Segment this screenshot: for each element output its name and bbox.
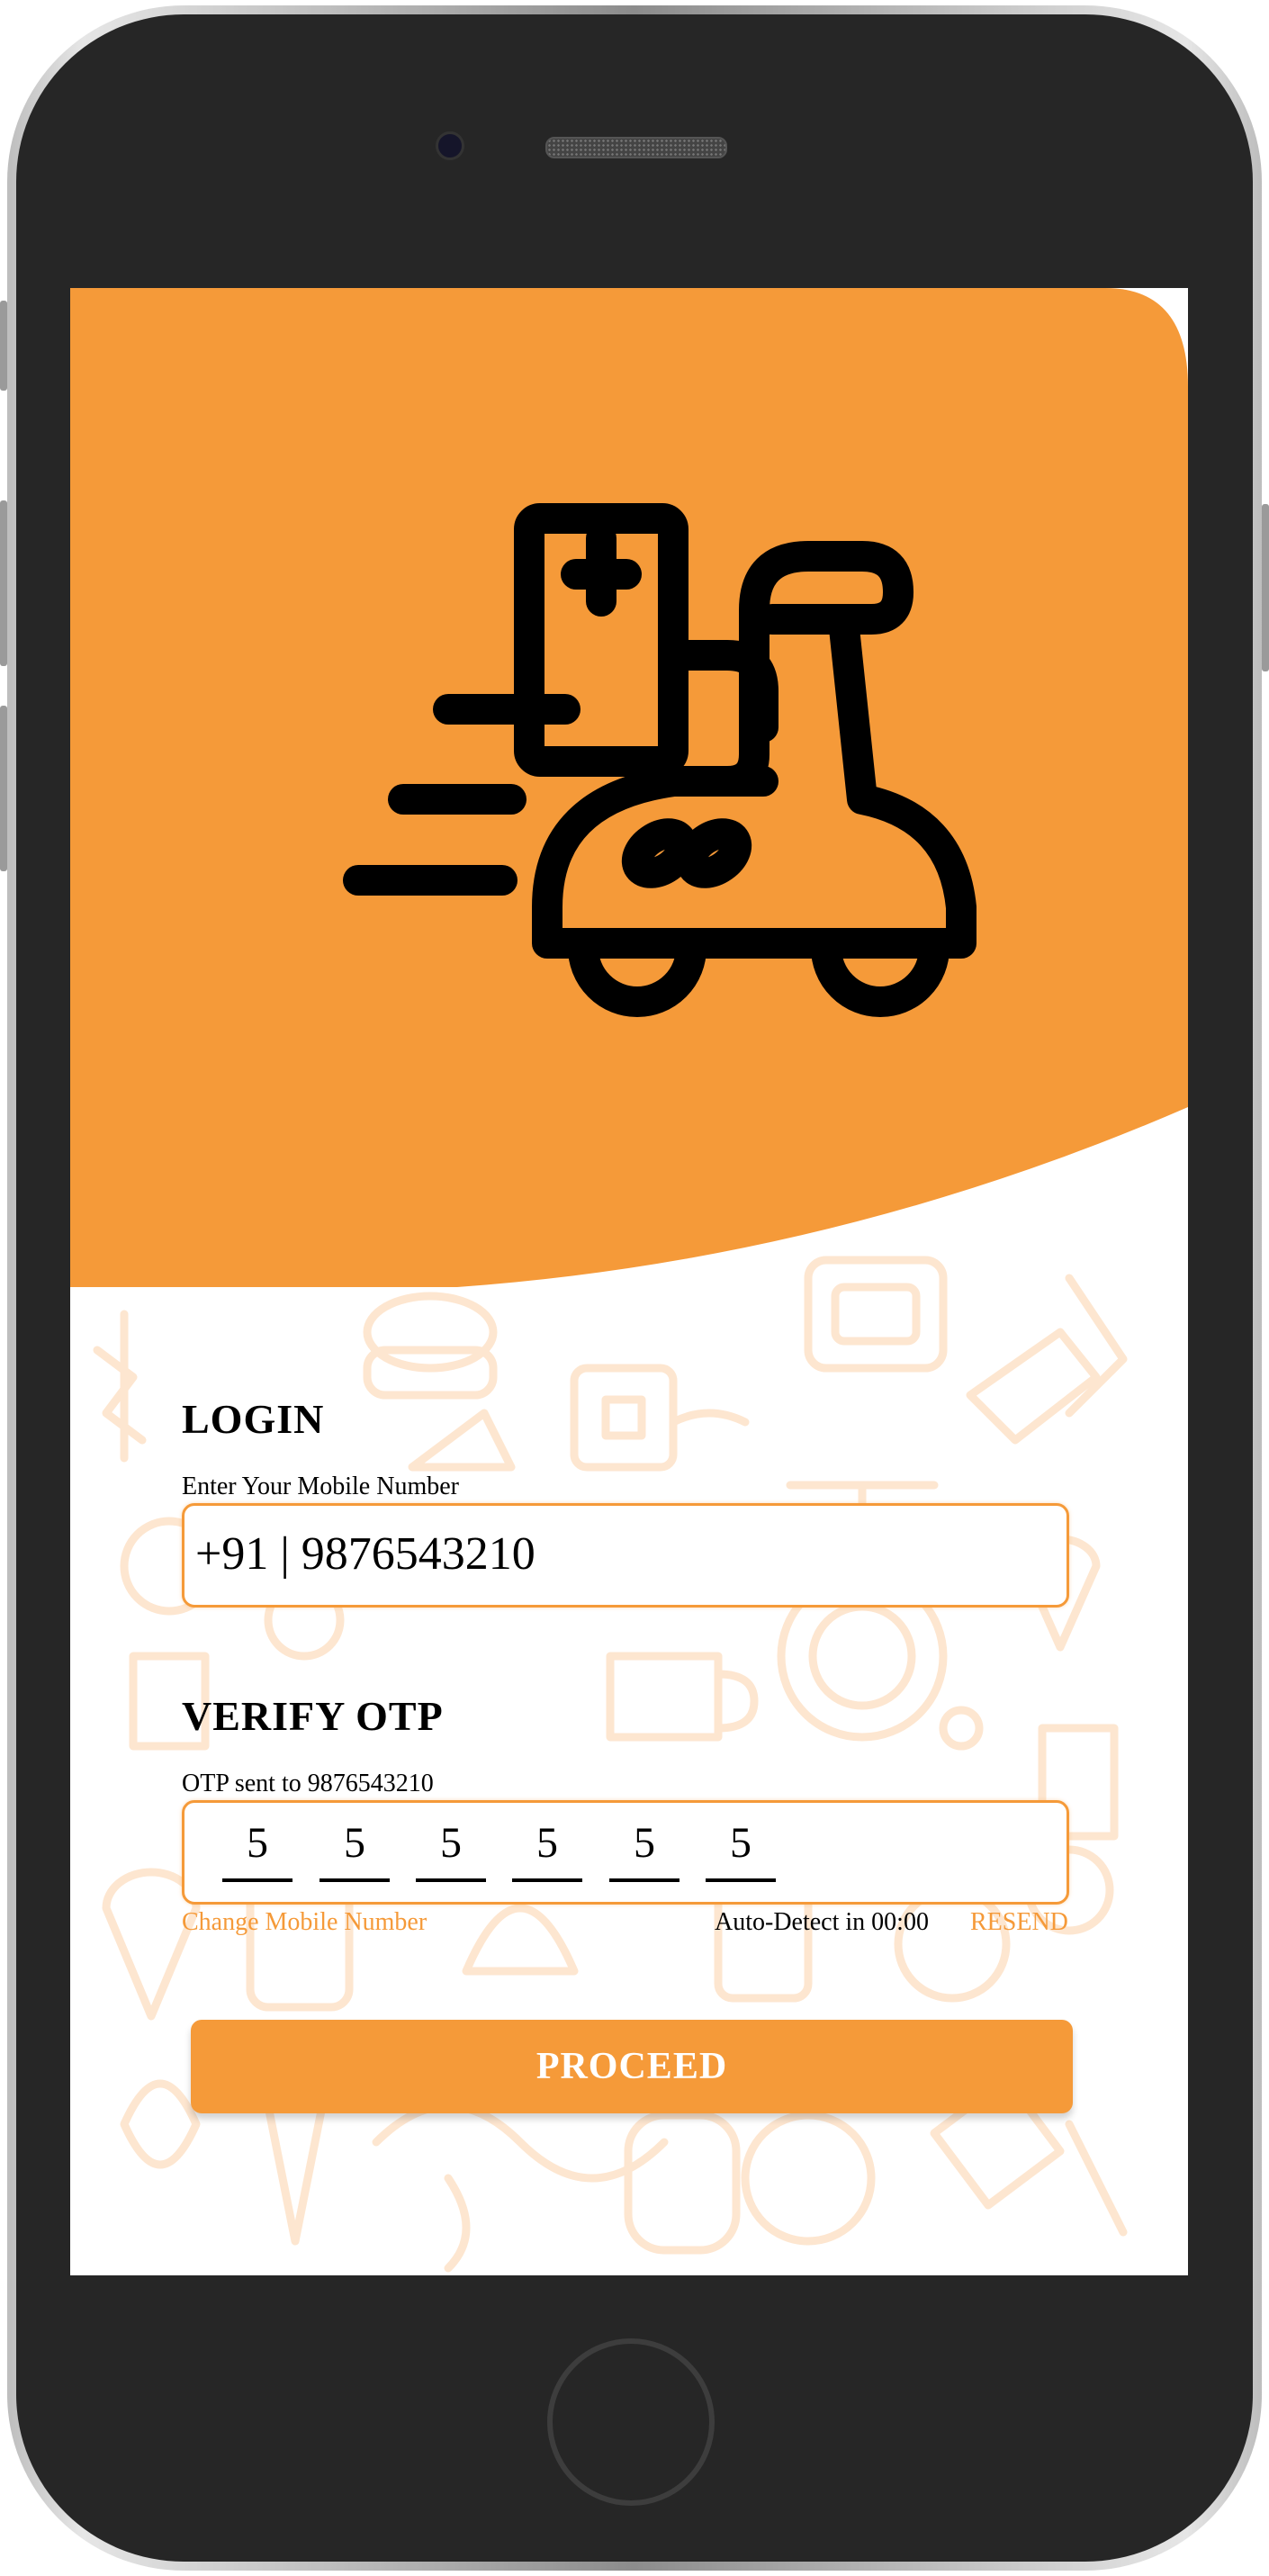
login-title: LOGIN: [182, 1396, 325, 1442]
mute-switch: [0, 301, 7, 391]
resend-link[interactable]: RESEND: [970, 1908, 1068, 1937]
volume-down-button: [0, 706, 7, 871]
otp-input-group: 5 5 5 5 5 5: [182, 1800, 1069, 1905]
otp-sent-label: OTP sent to 9876543210: [182, 1770, 434, 1797]
otp-digit-3[interactable]: 5: [416, 1815, 486, 1882]
auto-detect-timer: Auto-Detect in 00:00: [715, 1908, 929, 1936]
mobile-number-label: Enter Your Mobile Number: [182, 1473, 459, 1500]
mobile-number-input[interactable]: +91 | 9876543210: [182, 1503, 1069, 1608]
power-button: [1262, 504, 1269, 671]
otp-digit-2[interactable]: 5: [320, 1815, 390, 1882]
proceed-button[interactable]: PROCEED: [191, 2020, 1073, 2113]
mobile-number-value: +91 | 9876543210: [195, 1528, 536, 1580]
app-screen: LOGIN Enter Your Mobile Number +91 | 987…: [70, 288, 1188, 2275]
otp-digit-4[interactable]: 5: [512, 1815, 582, 1882]
volume-up-button: [0, 500, 7, 666]
verify-otp-title: VERIFY OTP: [182, 1693, 444, 1739]
home-button[interactable]: [547, 2338, 715, 2506]
earpiece-speaker: [545, 137, 727, 158]
delivery-scooter-icon: [343, 503, 976, 1017]
otp-digit-1[interactable]: 5: [222, 1815, 292, 1882]
front-camera: [436, 131, 464, 160]
otp-digit-6[interactable]: 5: [706, 1815, 776, 1882]
change-mobile-number-link[interactable]: Change Mobile Number: [182, 1908, 427, 1937]
otp-digit-5[interactable]: 5: [609, 1815, 680, 1882]
